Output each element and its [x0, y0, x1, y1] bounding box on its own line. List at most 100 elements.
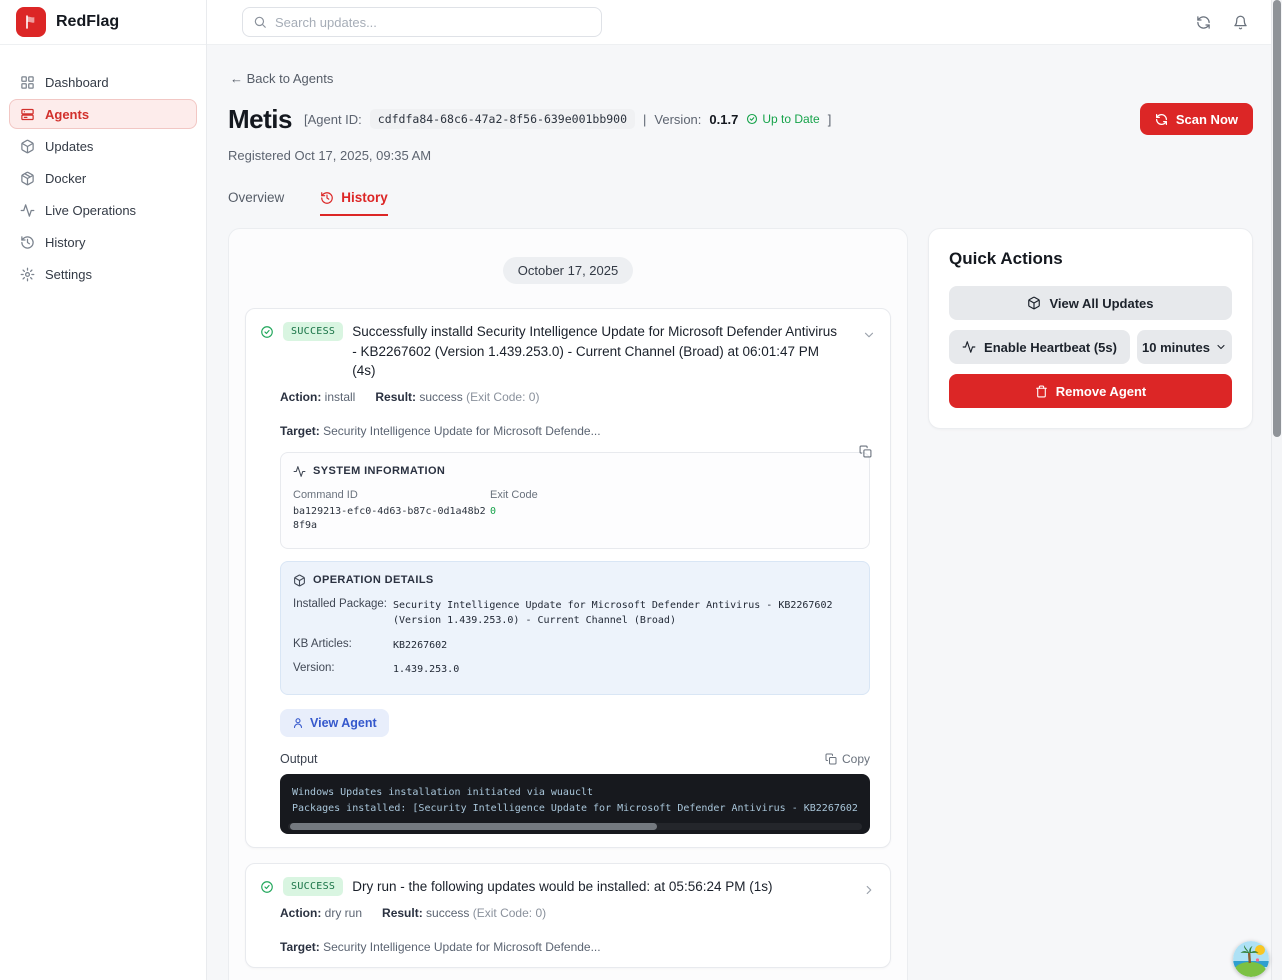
agent-meta: [Agent ID: cdfdfa84-68c6-47a2-8f56-639e0… — [304, 109, 831, 129]
refresh-icon[interactable] — [1196, 15, 1211, 30]
pulse-icon — [293, 465, 306, 478]
event-title: Dry run - the following updates would be… — [352, 877, 853, 897]
chevron-right-icon[interactable] — [862, 883, 876, 897]
scan-now-button[interactable]: Scan Now — [1140, 103, 1253, 135]
tab-history[interactable]: History — [320, 190, 388, 216]
operation-row: Installed Package: Security Intelligence… — [293, 598, 857, 629]
operation-details-panel: OPERATION DETAILS Installed Package: Sec… — [280, 561, 870, 695]
back-to-agents-link[interactable]: ← Back to Agents — [230, 71, 333, 86]
history-clock-icon — [320, 191, 334, 205]
topbar — [207, 0, 1282, 45]
window-scrollbar[interactable] — [1271, 0, 1282, 980]
activity-icon — [20, 203, 35, 218]
user-icon — [292, 717, 304, 729]
window-scrollbar-thumb[interactable] — [1273, 0, 1281, 437]
quick-actions-heading: Quick Actions — [949, 249, 1232, 269]
copy-icon[interactable] — [859, 445, 872, 458]
sidebar-item-label: Docker — [45, 171, 86, 186]
operation-details-heading: OPERATION DETAILS — [313, 574, 434, 586]
event-title: Successfully installd Security Intellige… — [352, 322, 853, 381]
chevron-down-icon — [1215, 341, 1227, 353]
bracket-close: ] — [828, 112, 832, 127]
quick-actions-card: Quick Actions View All Updates Enable He… — [928, 228, 1253, 429]
brand: RedFlag — [0, 0, 206, 45]
agents-server-icon — [20, 107, 35, 122]
event-card-dry-run-success: SUCCESS Dry run - the following updates … — [245, 863, 891, 968]
check-circle-icon — [746, 113, 758, 125]
search-input[interactable] — [275, 15, 591, 30]
terminal-line: Packages installed: [Security Intelligen… — [292, 801, 858, 818]
output-label: Output — [280, 752, 318, 766]
package-icon — [293, 574, 306, 587]
terminal-scrollbar[interactable] — [288, 823, 862, 830]
view-all-updates-button[interactable]: View All Updates — [949, 286, 1232, 320]
command-id-value: ba129213-efc0-4d63-b87c-0d1a48b28f9a — [293, 505, 490, 534]
sidebar-item-settings[interactable]: Settings — [9, 259, 197, 289]
event-header[interactable]: SUCCESS Dry run - the following updates … — [260, 877, 876, 897]
operation-row: KB Articles: KB2267602 — [293, 638, 857, 654]
date-pill: October 17, 2025 — [503, 257, 633, 284]
sidebar-item-live-operations[interactable]: Live Operations — [9, 195, 197, 225]
heartbeat-interval-select[interactable]: 10 minutes — [1137, 330, 1232, 364]
brand-name: RedFlag — [56, 13, 119, 31]
bell-icon[interactable] — [1233, 15, 1248, 30]
event-detail: SYSTEM INFORMATION Command ID ba129213-e… — [280, 452, 870, 834]
agent-id-chip[interactable]: cdfdfa84-68c6-47a2-8f56-639e001bb900 — [370, 109, 635, 129]
check-circle-icon — [260, 325, 274, 339]
search-icon — [253, 15, 267, 29]
redflag-logo-icon — [16, 7, 46, 37]
main-content: ← Back to Agents Metis [Agent ID: cdfdfa… — [207, 45, 1282, 980]
copy-icon — [825, 753, 837, 765]
sidebar: RedFlag Dashboard Agents Updates Docker … — [0, 0, 207, 980]
sidebar-item-dashboard[interactable]: Dashboard — [9, 67, 197, 97]
exit-code-label: Exit Code — [490, 489, 538, 501]
system-information-heading: SYSTEM INFORMATION — [313, 465, 445, 477]
sidebar-item-updates[interactable]: Updates — [9, 131, 197, 161]
refresh-icon — [1155, 113, 1168, 126]
event-meta: Action: dry run Result: success (Exit Co… — [280, 906, 876, 954]
search-box[interactable] — [242, 7, 602, 37]
command-id-label: Command ID — [293, 489, 490, 501]
check-circle-icon — [260, 880, 274, 894]
chevron-down-icon[interactable] — [862, 328, 876, 342]
sidebar-item-docker[interactable]: Docker — [9, 163, 197, 193]
exit-code-value: 0 — [490, 505, 538, 520]
event-header[interactable]: SUCCESS Successfully installd Security I… — [260, 322, 876, 381]
package-icon — [20, 139, 35, 154]
sidebar-item-agents[interactable]: Agents — [9, 99, 197, 129]
event-meta: Action: install Result: success (Exit Co… — [280, 390, 876, 438]
tab-overview[interactable]: Overview — [228, 190, 284, 216]
output-terminal[interactable]: Windows Updates installation initiated v… — [280, 774, 870, 834]
meta-divider: | — [643, 112, 646, 127]
status-badge: SUCCESS — [283, 877, 343, 896]
terminal-scrollbar-thumb[interactable] — [290, 823, 657, 830]
history-clock-icon — [20, 235, 35, 250]
system-information-panel: SYSTEM INFORMATION Command ID ba129213-e… — [280, 452, 870, 549]
sidebar-item-label: Live Operations — [45, 203, 136, 218]
event-card-install-success: SUCCESS Successfully installd Security I… — [245, 308, 891, 848]
terminal-line: Windows Updates installation initiated v… — [292, 785, 858, 802]
enable-heartbeat-button[interactable]: Enable Heartbeat (5s) — [949, 330, 1130, 364]
view-agent-button[interactable]: View Agent — [280, 709, 389, 737]
dashboard-grid-icon — [20, 75, 35, 90]
history-timeline-card: October 17, 2025 SUCCESS Successfully in… — [228, 228, 908, 980]
sidebar-item-label: Dashboard — [45, 75, 109, 90]
registered-date: Registered Oct 17, 2025, 09:35 AM — [228, 148, 1282, 163]
tab-bar: Overview History — [228, 190, 1282, 216]
sidebar-item-label: Settings — [45, 267, 92, 282]
sidebar-item-label: History — [45, 235, 85, 250]
status-badge: SUCCESS — [283, 322, 343, 341]
gear-icon — [20, 267, 35, 282]
sidebar-item-history[interactable]: History — [9, 227, 197, 257]
pulse-icon — [962, 340, 976, 354]
island-widget-icon[interactable] — [1233, 941, 1269, 977]
up-to-date-badge: Up to Date — [746, 112, 819, 126]
docker-box-icon — [20, 171, 35, 186]
agent-id-label: [Agent ID: — [304, 112, 362, 127]
operation-row: Version: 1.439.253.0 — [293, 662, 857, 678]
sidebar-item-label: Agents — [45, 107, 89, 122]
page-title: Metis — [228, 104, 292, 135]
copy-output-button[interactable]: Copy — [825, 752, 870, 766]
remove-agent-button[interactable]: Remove Agent — [949, 374, 1232, 408]
trash-icon — [1035, 385, 1048, 398]
